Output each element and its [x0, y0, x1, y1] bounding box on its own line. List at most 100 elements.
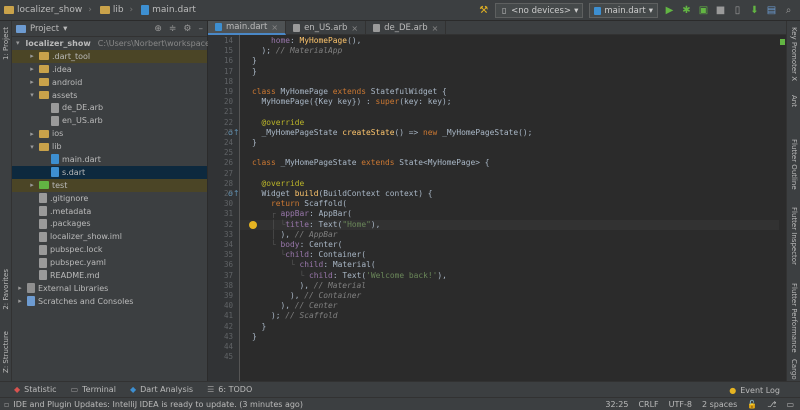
tree-item[interactable]: ▸ .idea	[12, 63, 207, 76]
terminal-tool-button[interactable]: ▭ Terminal	[71, 385, 116, 394]
code-line[interactable]: ), // Container	[252, 291, 361, 300]
close-icon[interactable]: ×	[271, 23, 278, 32]
tree-item[interactable]: ▸ Scratches and Consoles	[12, 295, 207, 308]
editor-scrollbar[interactable]	[779, 35, 786, 381]
indent-setting[interactable]: 2 spaces	[702, 400, 737, 409]
debug-icon[interactable]: ✱	[681, 5, 692, 16]
locate-icon[interactable]: ⊕	[154, 24, 162, 34]
chevron-down-icon[interactable]: ▾	[28, 91, 36, 99]
code-line[interactable]: @override	[252, 179, 305, 188]
tree-item[interactable]: localizer_show.iml	[12, 230, 207, 243]
dart-analysis-tool-button[interactable]: ◆ Dart Analysis	[130, 385, 193, 394]
hammer-icon[interactable]: ⚒	[478, 5, 489, 16]
code-line[interactable]: }	[252, 56, 257, 65]
chevron-right-icon[interactable]: ▸	[28, 78, 36, 86]
gear-icon[interactable]: ⚙	[183, 24, 191, 34]
lightbulb-icon[interactable]	[249, 220, 257, 229]
search-icon[interactable]: ⌕	[783, 5, 794, 16]
code-line[interactable]: _MyHomePageState createState() => new _M…	[252, 128, 533, 137]
cargo-tool-button[interactable]: Cargo	[787, 359, 800, 380]
code-line[interactable]: ), // Center	[252, 301, 338, 310]
tree-item[interactable]: ▸ .dart_tool	[12, 49, 207, 63]
flutter-outline-tool-button[interactable]: Flutter Outline	[787, 139, 800, 190]
chevron-right-icon[interactable]: ▸	[16, 297, 24, 305]
memory-icon[interactable]: ▭	[786, 400, 794, 409]
favorites-tool-button[interactable]: 2: Favorites	[0, 269, 12, 310]
code-line[interactable]: }	[252, 332, 257, 341]
code-line[interactable]: class MyHomePage extends StatefulWidget …	[252, 87, 447, 96]
code-line[interactable]: ), // Material	[252, 281, 367, 290]
tree-item[interactable]: ▾ assets	[12, 89, 207, 102]
code-line[interactable]: return Scaffold(	[252, 199, 347, 208]
status-message[interactable]: IDE and Plugin Updates: IntelliJ IDEA is…	[13, 400, 303, 409]
tree-item[interactable]: de_DE.arb	[12, 101, 207, 114]
caret-position[interactable]: 32:25	[605, 400, 628, 409]
tree-item[interactable]: pubspec.lock	[12, 243, 207, 256]
collapse-icon[interactable]: ≑	[169, 24, 177, 34]
tree-item[interactable]: main.dart	[12, 153, 207, 166]
project-structure-icon[interactable]: ▤	[766, 5, 777, 16]
sdk-manager-icon[interactable]: ⬇	[749, 5, 760, 16]
tree-item[interactable]: ▸ android	[12, 76, 207, 89]
flutter-performance-tool-button[interactable]: Flutter Performance	[787, 283, 800, 353]
editor-tab[interactable]: en_US.arb ×	[286, 21, 367, 35]
code-line[interactable]: ); // Scaffold	[252, 311, 338, 320]
code-editor[interactable]: 14 15 16 17 18 19 20 21 22 23 o↑ 24 25 26 27 28 29 o↑ 30 31…	[208, 35, 786, 381]
file-encoding[interactable]: UTF-8	[669, 400, 692, 409]
code-line[interactable]: class _MyHomePageState extends State<MyH…	[252, 158, 490, 167]
lock-icon[interactable]: 🔓	[747, 400, 757, 409]
todo-tool-button[interactable]: ☰ 6: TODO	[207, 385, 252, 394]
git-icon[interactable]: ⎇	[767, 400, 776, 409]
run-config-selector[interactable]: main.dart ▾	[589, 3, 658, 18]
code-line[interactable]: Widget build(BuildContext context) {	[252, 189, 433, 198]
chevron-right-icon[interactable]: ▸	[28, 52, 36, 60]
code-line[interactable]: └ child: Text('Welcome back!'),	[252, 271, 447, 280]
code-line[interactable]: └child: Container(	[252, 250, 367, 259]
key-promoter-tool-button[interactable]: Key Promoter X	[787, 27, 800, 81]
project-tool-button[interactable]: 1: Project	[0, 27, 12, 60]
code-line[interactable]: home: MyHomePage(),	[252, 36, 361, 45]
statistic-tool-button[interactable]: ◆ Statistic	[14, 385, 57, 394]
event-log-button[interactable]: ● Event Log	[729, 382, 780, 398]
tree-item[interactable]: ▸ ios	[12, 127, 207, 140]
line-separator[interactable]: CRLF	[638, 400, 658, 409]
run-icon[interactable]: ▶	[664, 5, 675, 16]
hide-icon[interactable]: –	[199, 24, 204, 34]
code-line[interactable]: MyHomePage({Key key}) : super(key: key);	[252, 97, 452, 106]
close-icon[interactable]: ×	[432, 24, 439, 33]
coverage-icon[interactable]: ▣	[698, 5, 709, 16]
tree-item[interactable]: ▾ lib	[12, 140, 207, 153]
editor-tab[interactable]: de_DE.arb ×	[366, 21, 447, 35]
tree-item[interactable]: s.dart	[12, 165, 207, 179]
structure-tool-button[interactable]: Z: Structure	[0, 331, 12, 373]
code-line[interactable]: }	[252, 138, 257, 147]
stop-icon[interactable]: ■	[715, 5, 726, 16]
tree-item[interactable]: ▸ External Libraries	[12, 282, 207, 295]
tree-item[interactable]: ▸ test	[12, 178, 207, 192]
chevron-right-icon[interactable]: ▸	[16, 284, 24, 292]
chevron-right-icon[interactable]: ▸	[28, 130, 36, 138]
editor-tab[interactable]: main.dart ×	[208, 21, 287, 35]
code-line[interactable]: └ child: Material(	[252, 260, 376, 269]
ant-tool-button[interactable]: Ant	[787, 95, 800, 107]
override-marker-icon[interactable]: o↑	[228, 128, 240, 137]
tree-item[interactable]: .gitignore	[12, 192, 207, 205]
code-line[interactable]: │ ), // AppBar	[252, 230, 338, 239]
code-line[interactable]: └ body: Center(	[252, 240, 342, 249]
code-line[interactable]: }	[252, 67, 257, 76]
chevron-down-icon[interactable]: ▾	[28, 143, 36, 151]
tree-item[interactable]: en_US.arb	[12, 114, 207, 127]
code-line[interactable]: ┌ appBar: AppBar(	[252, 209, 352, 218]
tree-item[interactable]: pubspec.yaml	[12, 256, 207, 269]
close-icon[interactable]: ×	[351, 24, 358, 33]
tree-item[interactable]: README.md	[12, 269, 207, 282]
code-line[interactable]: ); // MaterialApp	[252, 46, 343, 55]
code-line[interactable]: │ └title: Text("Home"),	[252, 220, 380, 229]
breadcrumb-file[interactable]: main.dart	[137, 5, 200, 15]
code-line[interactable]: }	[252, 322, 267, 331]
device-selector[interactable]: ▯ <no devices> ▾	[495, 3, 584, 18]
breadcrumb-lib[interactable]: lib ›	[96, 5, 137, 15]
chevron-down-icon[interactable]: ▾	[16, 39, 20, 47]
chevron-down-icon[interactable]: ▾	[63, 24, 67, 34]
chevron-right-icon[interactable]: ▸	[28, 181, 36, 189]
